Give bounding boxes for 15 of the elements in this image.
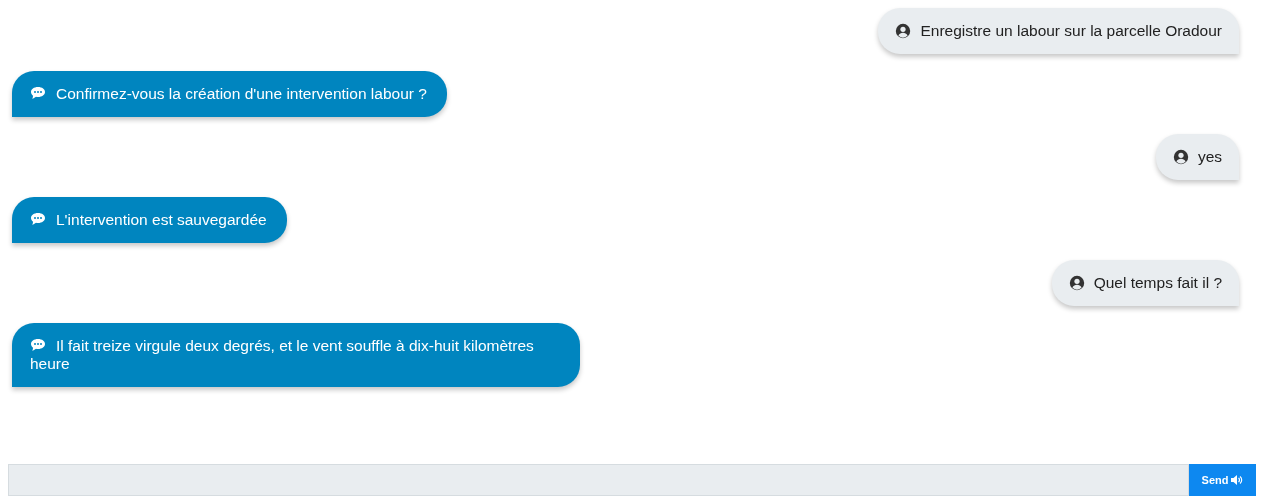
send-button[interactable]: Send (1189, 464, 1256, 496)
message-text: Enregistre un labour sur la parcelle Oradour (920, 22, 1222, 40)
message-text: Confirmez-vous la création d'une intervention labour ? (30, 85, 427, 102)
message-text: Quel temps fait il ? (1093, 274, 1222, 292)
message-text: L'intervention est sauvegardée (30, 211, 267, 228)
speech-bubble-icon (30, 86, 46, 101)
user-avatar-icon (1068, 275, 1085, 291)
speech-bubble-icon (30, 212, 46, 227)
user-avatar-icon (895, 23, 912, 39)
speaker-icon (1231, 475, 1244, 485)
speech-bubble-icon (30, 338, 46, 353)
message-text: Il fait treize virgule deux degrés, et le vent souffle à dix-huit kilomètres heure (30, 337, 534, 372)
user-avatar-icon (1172, 149, 1189, 165)
message-text: yes (1197, 148, 1222, 166)
message-input-field[interactable] (8, 464, 1189, 496)
